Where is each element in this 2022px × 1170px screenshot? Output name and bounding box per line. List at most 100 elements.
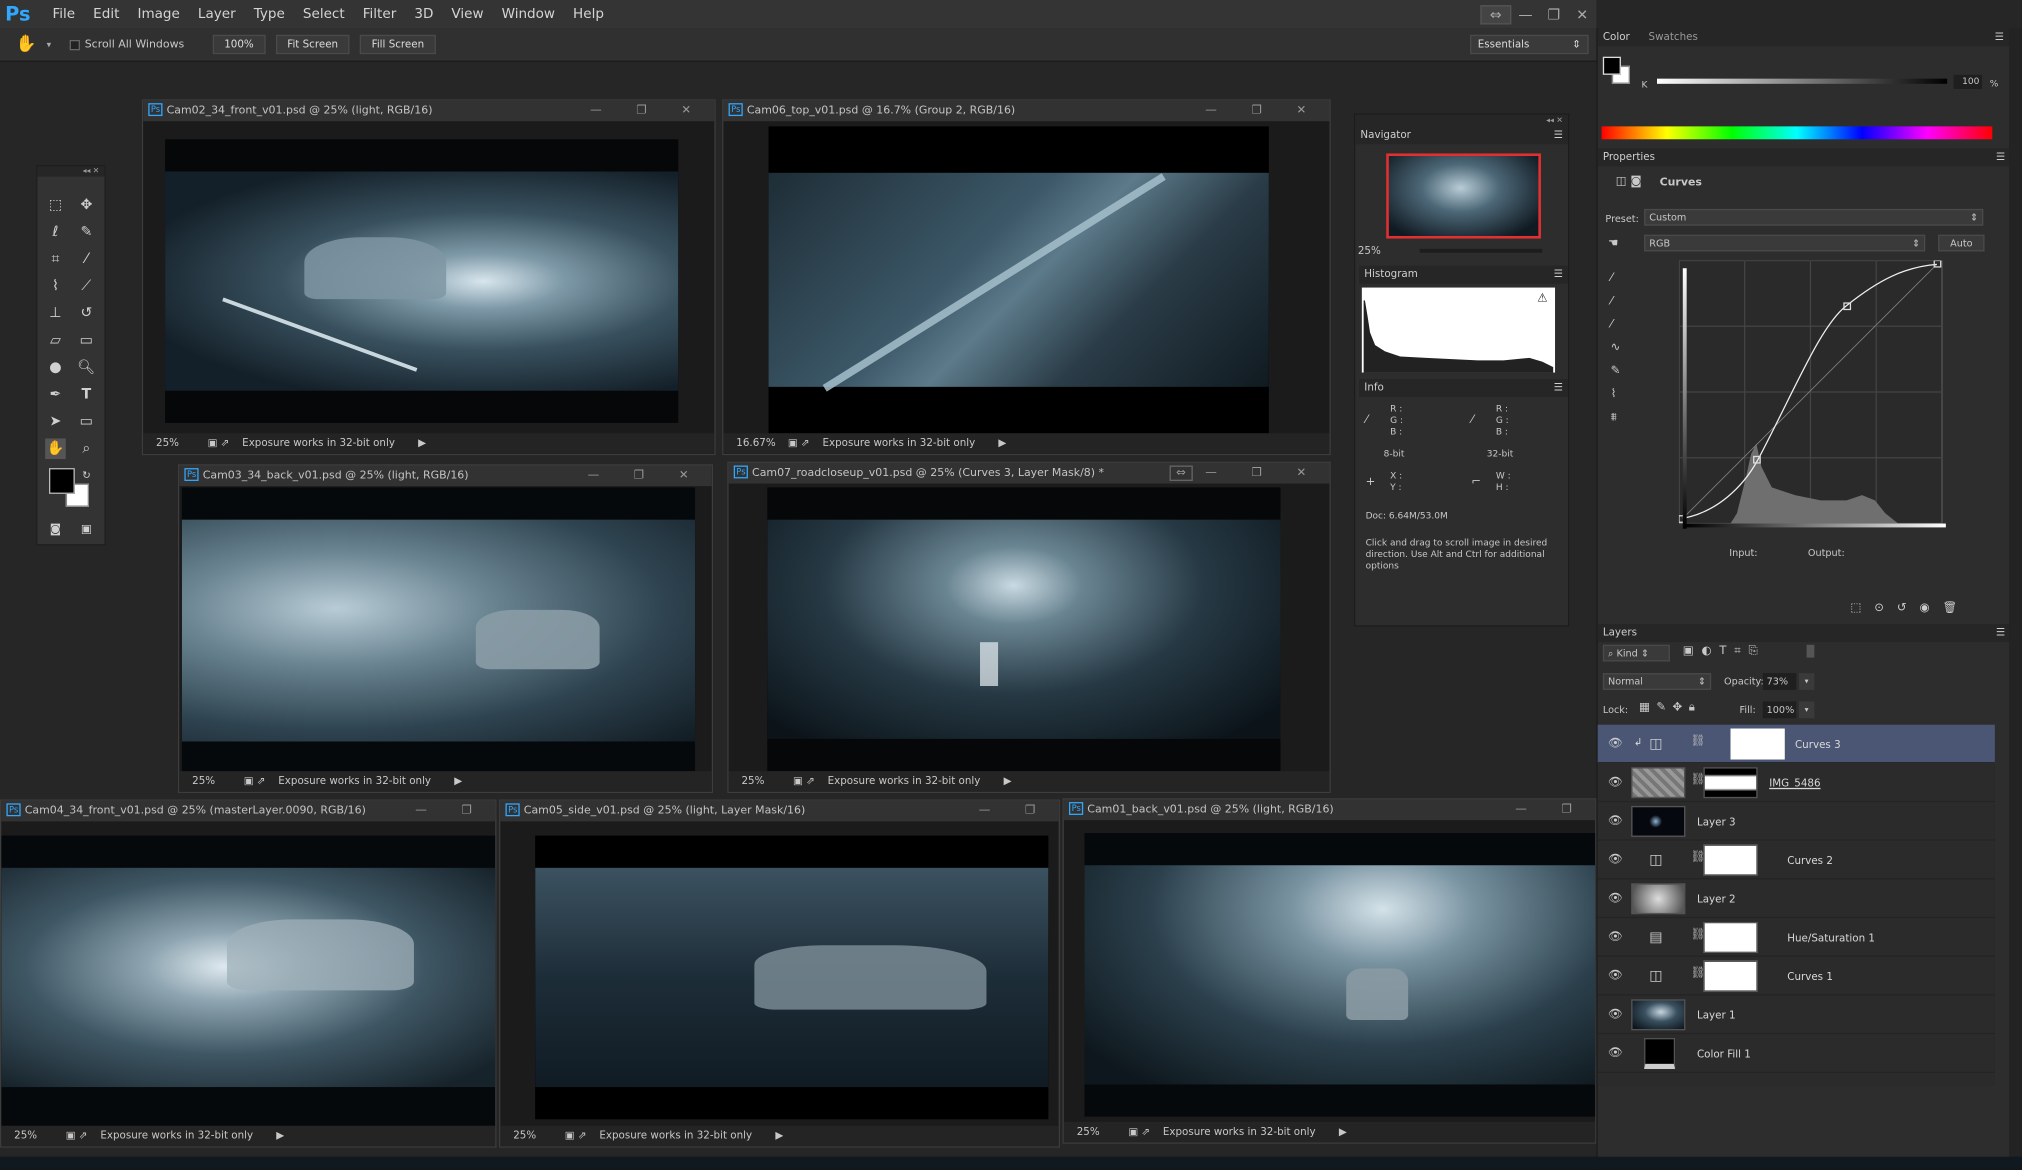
- arrange-icon[interactable]: ⇔: [1480, 4, 1512, 24]
- layer-thumb[interactable]: [1631, 805, 1686, 837]
- zoom-level[interactable]: 16.67%: [736, 433, 788, 454]
- quick-mask-icon[interactable]: ◙: [45, 520, 66, 541]
- zoom-level[interactable]: 25%: [741, 771, 793, 792]
- fill-input[interactable]: 100%: [1762, 701, 1797, 719]
- layer-thumb[interactable]: [1644, 1038, 1676, 1069]
- document-window-cam04[interactable]: Ps Cam04_34_front_v01.psd @ 25% (masterLa…: [0, 799, 497, 1148]
- panel-collapse-strip[interactable]: [2009, 28, 2022, 1170]
- eye-icon[interactable]: 👁︎: [1608, 1047, 1623, 1060]
- menu-edit[interactable]: Edit: [84, 0, 128, 28]
- window-controls-icon[interactable]: — ❐ ✕: [1205, 101, 1321, 122]
- color-k-value[interactable]: 100: [1953, 74, 1982, 89]
- eye-icon[interactable]: 👁︎: [1608, 815, 1623, 828]
- fill-screen-button[interactable]: Fill Screen: [360, 34, 436, 55]
- layer-name[interactable]: Curves 2: [1787, 855, 1833, 867]
- menu-select[interactable]: Select: [294, 0, 354, 28]
- warning-icon[interactable]: ⚠: [1537, 293, 1547, 306]
- window-controls-icon[interactable]: — ❐: [415, 801, 487, 822]
- eye-icon[interactable]: 👁︎: [1608, 892, 1623, 905]
- zoom-level[interactable]: 25%: [14, 1126, 66, 1147]
- window-controls-icon[interactable]: — ❐ ✕: [588, 466, 704, 487]
- status-menu-arrow-icon[interactable]: ▶: [1004, 775, 1012, 787]
- crop-icon[interactable]: ⌗: [45, 249, 66, 270]
- eye-icon[interactable]: 👁︎: [1608, 854, 1623, 867]
- menu-filter[interactable]: Filter: [354, 0, 406, 28]
- layer-mask-thumb[interactable]: [1703, 844, 1758, 876]
- menu-file[interactable]: File: [43, 0, 84, 28]
- layer-name[interactable]: Hue/Saturation 1: [1787, 932, 1875, 944]
- histogram-panel-header[interactable]: Histogram ☰: [1359, 265, 1569, 284]
- status-icons[interactable]: ▣ ⇗: [66, 1130, 88, 1142]
- layer-filter-select[interactable]: ⌕ Kind ⇕: [1602, 644, 1670, 662]
- window-controls-icon[interactable]: — ❐: [1515, 799, 1587, 820]
- opacity-input[interactable]: 73%: [1762, 673, 1797, 690]
- window-controls-icon[interactable]: — ❐: [979, 801, 1051, 822]
- menu-window[interactable]: Window: [493, 0, 564, 28]
- eye-icon[interactable]: 👁︎: [1608, 738, 1623, 751]
- layer-name[interactable]: Curves 3: [1795, 739, 1841, 751]
- brush-icon[interactable]: ⟋: [76, 276, 97, 297]
- zoom-level[interactable]: 25%: [513, 1126, 565, 1147]
- curves-graph[interactable]: [1678, 260, 1950, 531]
- eye-icon[interactable]: 👁︎: [1608, 1008, 1623, 1021]
- curves-tool-icons[interactable]: ⁄ ⁄ ⁄ ∿ ✎ ⌇ ⩩: [1611, 267, 1621, 429]
- status-menu-arrow-icon[interactable]: ▶: [454, 775, 462, 787]
- gradient-icon[interactable]: ▭: [76, 330, 97, 351]
- layer-mask-thumb[interactable]: [1730, 728, 1785, 760]
- menu-type[interactable]: Type: [245, 0, 294, 28]
- menu-layer[interactable]: Layer: [189, 0, 245, 28]
- layer-thumb[interactable]: [1631, 999, 1686, 1031]
- window-controls-icon[interactable]: ⇔ — ❐ ✕: [1169, 463, 1322, 484]
- info-panel-header[interactable]: Info ☰: [1359, 379, 1569, 398]
- eraser-icon[interactable]: ▱: [45, 330, 66, 351]
- status-menu-arrow-icon[interactable]: ▶: [418, 437, 426, 449]
- type-icon[interactable]: T: [76, 384, 97, 405]
- restore-icon[interactable]: ❐: [1540, 6, 1568, 23]
- document-canvas[interactable]: [767, 487, 1281, 772]
- document-canvas[interactable]: [1084, 833, 1596, 1117]
- menu-3d[interactable]: 3D: [405, 0, 442, 28]
- status-icons[interactable]: ▣ ⇗: [788, 437, 810, 449]
- swap-colors-icon[interactable]: ↻: [76, 466, 97, 487]
- navigator-panel-header[interactable]: Navigator ☰: [1355, 126, 1569, 145]
- status-icons[interactable]: ▣ ⇗: [565, 1130, 587, 1142]
- fit-screen-button[interactable]: Fit Screen: [275, 34, 350, 55]
- layer-mask-thumb[interactable]: [1703, 921, 1758, 953]
- channel-select[interactable]: RGB ⇕: [1644, 234, 1926, 252]
- hand-tool-icon[interactable]: ✋: [45, 438, 66, 460]
- layer-row-color-fill-1[interactable]: 👁︎ Color Fill 1: [1597, 1034, 1995, 1073]
- document-title-bar[interactable]: Ps Cam05_side_v01.psd @ 25% (light, Layer…: [500, 800, 1059, 822]
- eye-icon[interactable]: 👁︎: [1608, 776, 1623, 789]
- status-icons[interactable]: ▣ ⇗: [793, 775, 815, 787]
- status-icons[interactable]: ▣ ⇗: [208, 437, 230, 449]
- status-menu-arrow-icon[interactable]: ▶: [276, 1130, 284, 1142]
- status-icons[interactable]: ▣ ⇗: [1128, 1126, 1150, 1138]
- document-canvas[interactable]: [1, 835, 496, 1128]
- document-window-cam03[interactable]: Ps Cam03_34_back_v01.psd @ 25% (light, RG…: [177, 464, 714, 794]
- properties-footer-icons[interactable]: ⬚⊙↺◉🗑︎: [1850, 602, 1970, 615]
- scroll-all-checkbox[interactable]: [69, 39, 80, 50]
- layer-name[interactable]: Curves 1: [1787, 971, 1833, 983]
- marquee-icon[interactable]: ⬚: [45, 195, 66, 216]
- pen-icon[interactable]: ✒: [45, 384, 66, 405]
- document-window-cam05[interactable]: Ps Cam05_side_v01.psd @ 25% (light, Layer…: [499, 799, 1060, 1148]
- layer-filter-icons[interactable]: ▣◐T⌗⎘: [1683, 645, 1766, 658]
- tab-swatches[interactable]: Swatches: [1649, 31, 1698, 43]
- document-window-cam02[interactable]: Ps Cam02_34_front_v01.psd @ 25% (light, R…: [141, 99, 716, 456]
- healing-icon[interactable]: ⌇: [45, 276, 66, 297]
- navigator-zoom[interactable]: 25%: [1358, 245, 1381, 257]
- layer-mask-thumb[interactable]: [1703, 960, 1758, 992]
- menu-view[interactable]: View: [442, 0, 492, 28]
- tab-color[interactable]: Color: [1603, 31, 1630, 43]
- document-window-cam01[interactable]: Ps Cam01_back_v01.psd @ 25% (light, RGB/1…: [1062, 798, 1597, 1144]
- color-spectrum[interactable]: [1601, 126, 1993, 140]
- quick-select-icon[interactable]: ✎: [76, 222, 97, 243]
- menu-image[interactable]: Image: [128, 0, 188, 28]
- navigator-zoom-slider[interactable]: [1419, 248, 1543, 253]
- layer-name[interactable]: Layer 1: [1697, 1010, 1736, 1022]
- dodge-icon[interactable]: 🔍︎: [76, 357, 97, 378]
- eye-icon[interactable]: 👁︎: [1608, 931, 1623, 944]
- minimize-icon[interactable]: —: [1511, 6, 1539, 23]
- blur-icon[interactable]: ●: [45, 357, 66, 378]
- layer-mask-thumb[interactable]: [1703, 767, 1758, 799]
